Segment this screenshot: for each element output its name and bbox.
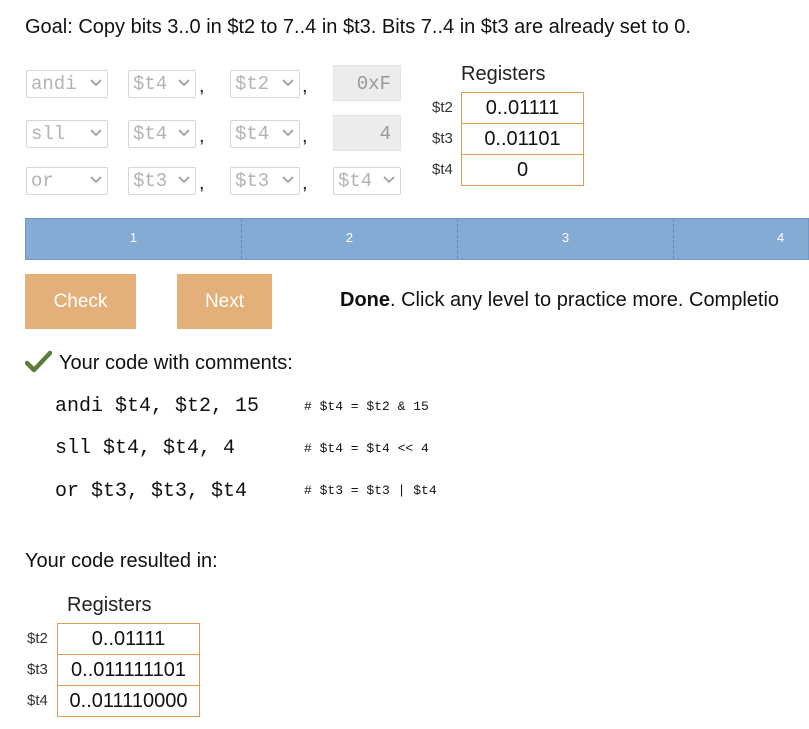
check-button[interactable]: Check xyxy=(25,274,136,329)
level-4[interactable]: 4 xyxy=(674,219,808,259)
instr2-rs-select[interactable]: $t4 xyxy=(230,120,300,148)
comma: , xyxy=(302,75,308,97)
instr3-rs-value: $t3 xyxy=(235,170,270,192)
chevron-down-icon xyxy=(90,79,102,87)
chevron-down-icon xyxy=(90,129,102,137)
code-line-3: or $t3, $t3, $t4 xyxy=(55,480,248,503)
result-register-label-t2: $t2 xyxy=(27,630,48,647)
instr1-rd-value: $t4 xyxy=(133,73,168,95)
instr2-opcode-value: sll xyxy=(31,123,66,145)
level-1[interactable]: 1 xyxy=(26,219,242,259)
code-line-1: andi $t4, $t2, 15 xyxy=(55,395,260,418)
code-line-2: sll $t4, $t4, 4 xyxy=(55,437,236,460)
register-value-t2: 0..01111 xyxy=(461,92,584,124)
result-register-value-t3: 0..011111101 xyxy=(57,654,200,686)
instr2-rd-select[interactable]: $t4 xyxy=(128,120,196,148)
instr3-opcode-value: or xyxy=(31,170,54,192)
chevron-down-icon xyxy=(178,79,190,87)
comma: , xyxy=(199,75,205,97)
status-done: Done xyxy=(340,289,390,311)
register-value-t4: 0 xyxy=(461,154,584,186)
instr3-opcode-select[interactable]: or xyxy=(26,167,108,195)
chevron-down-icon xyxy=(282,129,294,137)
chevron-down-icon xyxy=(282,79,294,87)
result-register-value-t2: 0..01111 xyxy=(57,623,200,655)
code-comment-1: # $t4 = $t2 & 15 xyxy=(304,399,429,414)
code-comment-3: # $t3 = $t3 | $t4 xyxy=(304,483,437,498)
chevron-down-icon xyxy=(282,176,294,184)
register-label-t3: $t3 xyxy=(432,130,453,147)
comma: , xyxy=(302,125,308,147)
chevron-down-icon xyxy=(90,176,102,184)
result-header: Your code resulted in: xyxy=(25,550,218,572)
register-label-t4: $t4 xyxy=(432,161,453,178)
registers-title: Registers xyxy=(461,63,546,85)
next-button[interactable]: Next xyxy=(177,274,272,329)
level-3[interactable]: 3 xyxy=(458,219,674,259)
level-2[interactable]: 2 xyxy=(242,219,458,259)
result-registers-title: Registers xyxy=(67,594,152,616)
status-message: Done. Click any level to practice more. … xyxy=(340,289,779,312)
instr1-rs-value: $t2 xyxy=(235,73,270,95)
status-rest: . Click any level to practice more. Comp… xyxy=(390,289,780,311)
comma: , xyxy=(302,172,308,194)
chevron-down-icon xyxy=(178,129,190,137)
instr3-rt-select[interactable]: $t4 xyxy=(333,167,401,195)
instr1-rd-select[interactable]: $t4 xyxy=(128,70,196,98)
chevron-down-icon xyxy=(383,176,395,184)
register-value-t3: 0..01101 xyxy=(461,123,584,155)
result-register-label-t4: $t4 xyxy=(27,692,48,709)
comma: , xyxy=(199,125,205,147)
result-register-value-t4: 0..011110000 xyxy=(57,685,200,717)
instr1-opcode-select[interactable]: andi xyxy=(26,70,108,98)
instr3-rt-value: $t4 xyxy=(338,170,373,192)
instr1-immediate-input[interactable]: 0xF xyxy=(333,65,401,101)
instr3-rd-value: $t3 xyxy=(133,170,168,192)
instr1-rs-select[interactable]: $t2 xyxy=(230,70,300,98)
instr2-opcode-select[interactable]: sll xyxy=(26,120,108,148)
code-comment-2: # $t4 = $t4 << 4 xyxy=(304,441,429,456)
code-header: Your code with comments: xyxy=(59,352,293,374)
result-register-label-t3: $t3 xyxy=(27,661,48,678)
goal-text: Goal: Copy bits 3..0 in $t2 to 7..4 in $… xyxy=(25,16,691,38)
instr3-rd-select[interactable]: $t3 xyxy=(128,167,196,195)
instr2-rs-value: $t4 xyxy=(235,123,270,145)
register-label-t2: $t2 xyxy=(432,99,453,116)
instr2-immediate-input[interactable]: 4 xyxy=(333,115,401,151)
instr1-opcode-value: andi xyxy=(31,73,77,95)
instr3-rs-select[interactable]: $t3 xyxy=(230,167,300,195)
level-bar: 1 2 3 4 xyxy=(25,218,809,260)
instr2-rd-value: $t4 xyxy=(133,123,168,145)
checkmark-icon xyxy=(25,350,52,373)
chevron-down-icon xyxy=(178,176,190,184)
comma: , xyxy=(199,172,205,194)
